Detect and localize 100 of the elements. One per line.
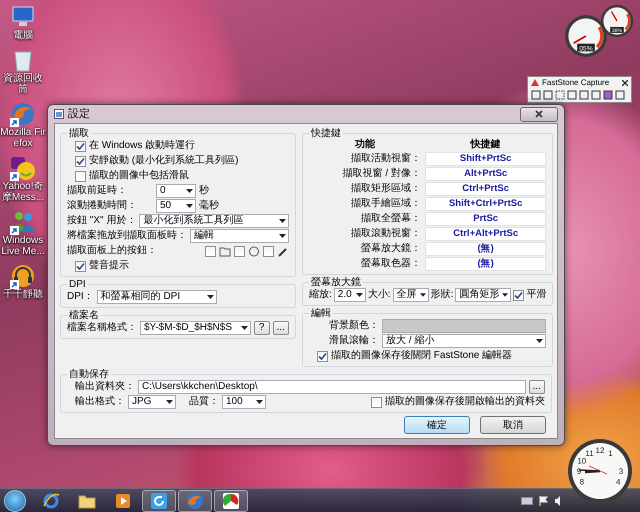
checkbox[interactable] [263, 246, 274, 256]
close-icon[interactable] [622, 80, 628, 86]
hotkey-field[interactable]: (無) [425, 242, 546, 256]
clock-hands-drawing [578, 466, 608, 474]
browse-button[interactable]: ... [272, 321, 289, 335]
caret-icon [502, 293, 508, 297]
dropdown[interactable]: 0 [156, 184, 196, 198]
dropdown[interactable]: 最小化到系統工具列區 [139, 214, 289, 228]
clock-numeral: 10 [577, 456, 586, 466]
dropdown[interactable]: 放大 / 縮小 [382, 334, 546, 348]
caret-icon [536, 339, 544, 343]
hotkey-field[interactable]: (無) [425, 257, 546, 271]
dropdown[interactable]: JPG [128, 395, 176, 409]
field-label: 縮放: [309, 289, 332, 301]
checkbox[interactable] [75, 260, 86, 272]
start-button[interactable] [4, 490, 26, 512]
group-title: 螢幕放大鏡 [310, 277, 362, 288]
hotkey-field[interactable]: Alt+PrtSc [425, 167, 546, 181]
hotkey-field[interactable]: PrtSc [425, 212, 546, 226]
taskbar-button[interactable] [142, 490, 176, 512]
headphones-icon [10, 263, 36, 289]
shortcut-arrow-icon [10, 118, 19, 127]
dropdown[interactable]: 圓角矩形 [455, 288, 512, 302]
unit-label: 秒 [199, 185, 209, 197]
caret-icon [186, 189, 193, 193]
field-label: 形狀: [430, 289, 454, 301]
caret-icon [166, 400, 173, 404]
close-button[interactable] [520, 106, 558, 122]
checkbox[interactable] [75, 170, 86, 182]
folder-path-field[interactable]: C:\Users\kkchen\Desktop\ [138, 380, 526, 394]
dialog-button[interactable]: 取消 [480, 416, 546, 434]
hotkey-field[interactable]: Shift+Ctrl+PrtSc [425, 197, 546, 211]
gauge-dial [600, 4, 634, 38]
dropdown[interactable]: 和螢幕相同的 DPI [96, 290, 217, 304]
checkbox[interactable] [75, 156, 86, 166]
checkbox-label: 在 Windows 啟動時運行 [89, 140, 196, 152]
browse-button[interactable]: ... [528, 380, 545, 394]
shortcut-arrow-icon [10, 226, 19, 235]
caret-icon [279, 234, 286, 238]
checkbox[interactable] [371, 396, 382, 408]
taskbar-button[interactable] [214, 490, 248, 512]
field-label: 擷取前延時： [67, 185, 128, 197]
checkbox[interactable] [75, 140, 86, 152]
shortcut-arrow-icon [10, 280, 19, 289]
field-label: 輸出格式： [75, 396, 125, 408]
group-title: 自動保存 [68, 369, 110, 380]
hotkey-label: 擷取全螢幕： [360, 213, 421, 225]
dropdown[interactable]: 50 [156, 199, 196, 213]
caret-icon [356, 293, 363, 297]
pie-app-icon [222, 492, 240, 510]
field-label: 背景顏色： [328, 320, 379, 332]
caret-icon [279, 219, 286, 223]
hotkey-label: 擷取手繪區域： [350, 198, 421, 210]
shortcut-arrow-icon [10, 172, 19, 181]
gauge-needle [573, 35, 586, 44]
triangle-logo-icon [531, 79, 539, 86]
field-label: 大小: [368, 289, 391, 301]
clock-numeral: 3 [618, 467, 624, 476]
checkbox[interactable] [317, 350, 328, 362]
hotkey-label: 擷取活動視窗： [350, 153, 421, 165]
group-title: 快捷鍵 [310, 128, 342, 139]
caret-icon [420, 293, 426, 297]
hotkey-label: 擷取矩形區域： [350, 183, 421, 195]
keyboard-icon[interactable] [521, 496, 533, 504]
flag-icon[interactable] [539, 496, 548, 506]
help-button[interactable]: ? [254, 321, 270, 335]
field-label: 滾動捲動時間： [67, 200, 138, 212]
hotkey-label: 螢幕取色器： [360, 258, 421, 270]
dropdown[interactable]: 編輯 [190, 229, 289, 243]
checkbox[interactable] [513, 290, 524, 300]
checkbox-label: 擷取的圖像保存後開啟輸出的資料夾 [385, 396, 545, 408]
field-label: 輸出資料夾： [75, 381, 135, 393]
dropdown[interactable]: 100 [222, 395, 266, 409]
checkbox[interactable] [205, 246, 216, 256]
field-label: 滑鼠滾輪： [328, 335, 379, 347]
clock-numeral: 11 [585, 448, 594, 458]
caret-icon [240, 326, 248, 330]
dialog-button[interactable]: 確定 [404, 416, 470, 434]
dropdown[interactable]: $Y-$M-$D_$H$N$S [140, 321, 251, 335]
hotkey-field[interactable]: Ctrl+PrtSc [425, 182, 546, 196]
desktop-icon-label[interactable]: Yahoo!奇摩Mess... [0, 181, 46, 203]
clock-numeral: 12 [596, 446, 604, 455]
color-swatch[interactable] [382, 319, 546, 333]
play-icon [114, 492, 132, 510]
dropdown[interactable]: 全屏 [392, 288, 429, 302]
hotkey-field[interactable]: Shift+PrtSc [425, 152, 546, 166]
caret-icon [186, 204, 193, 208]
globe-fox-icon [186, 492, 204, 510]
desktop-icon-label[interactable]: 千千靜聽 [0, 289, 46, 300]
globe-fox-icon [10, 101, 36, 127]
desktop-icon-label[interactable]: 資源回收筒 [0, 73, 46, 95]
desktop-icon-label[interactable]: 電腦 [0, 30, 46, 41]
desktop-icon-label[interactable]: Windows Live Me... [0, 235, 46, 257]
clock-numeral: 8 [580, 478, 584, 486]
checkbox[interactable] [234, 246, 245, 256]
desktop-icon-label[interactable]: Mozilla Firefox [0, 127, 46, 149]
dropdown[interactable]: 2.0 [334, 288, 366, 302]
hotkey-field[interactable]: Ctrl+Alt+PrtSc [425, 227, 546, 241]
gauge-needle [610, 11, 618, 22]
clock-numeral: 1 [608, 448, 613, 458]
